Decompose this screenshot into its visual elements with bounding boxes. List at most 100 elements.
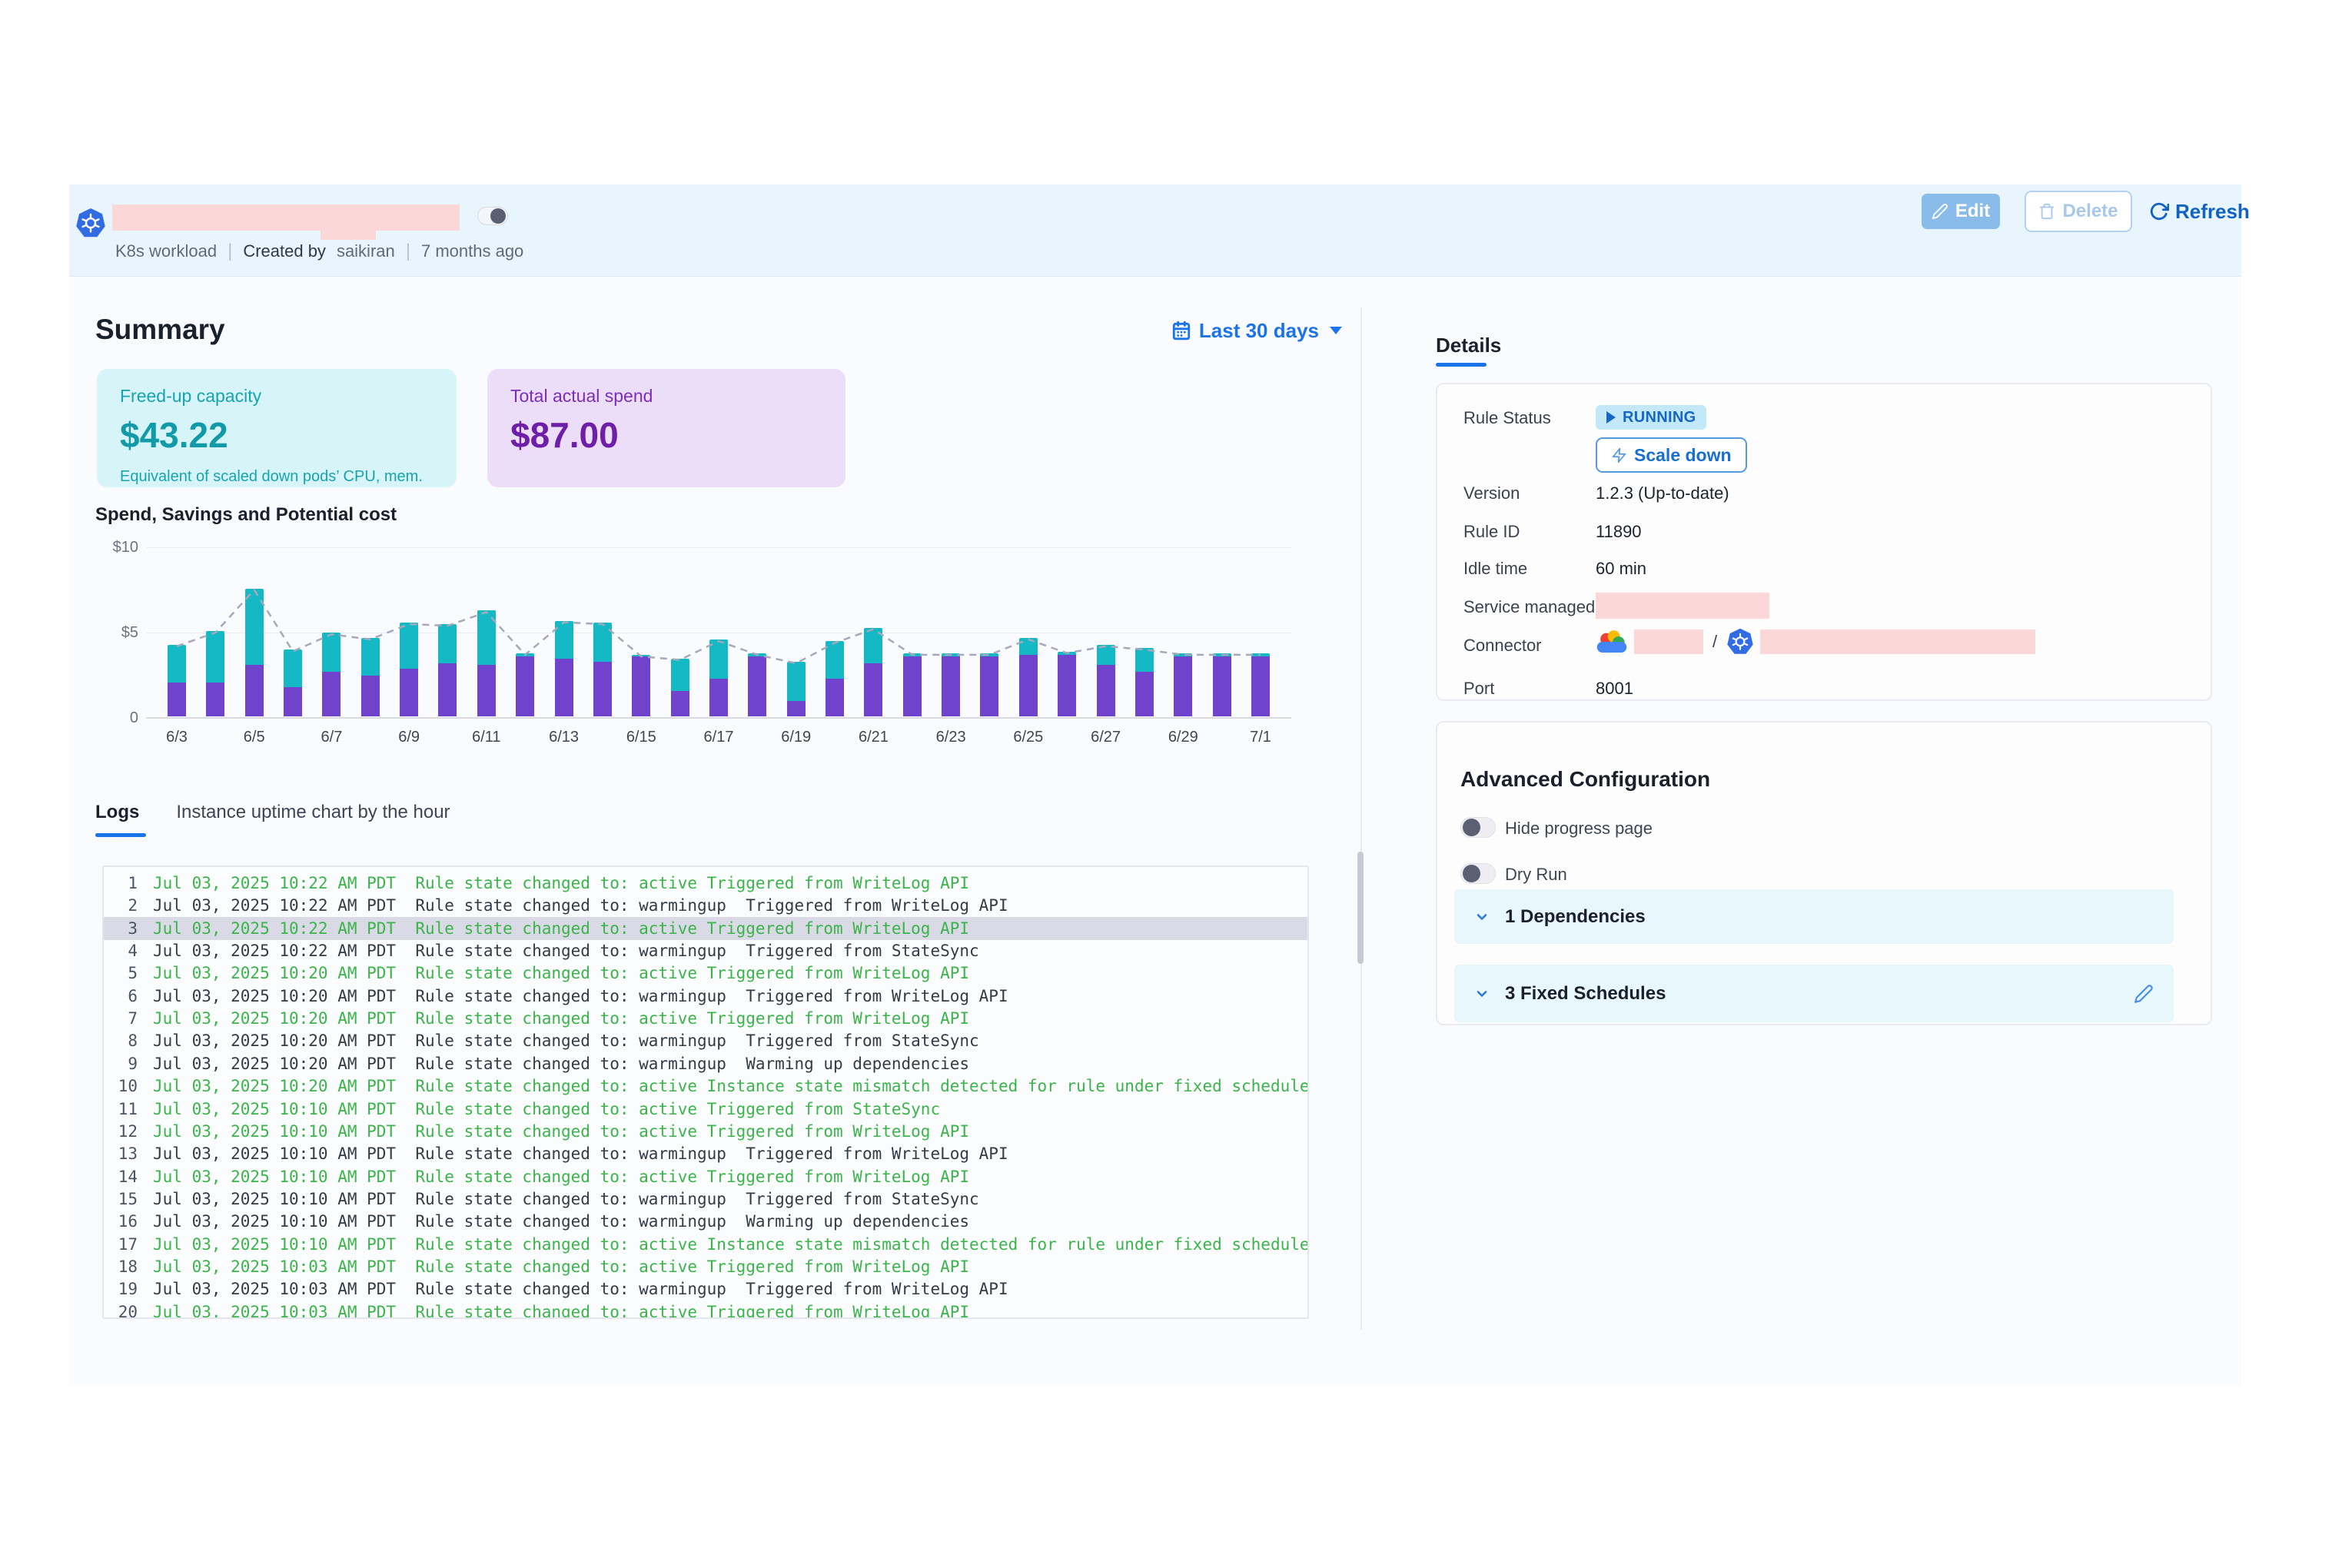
details-tab-underline xyxy=(1436,363,1487,367)
tab-details[interactable]: Details xyxy=(1436,334,1501,357)
log-row[interactable]: 14Jul 03, 2025 10:10 AM PDT Rule state c… xyxy=(104,1165,1307,1188)
log-row[interactable]: 16Jul 03, 2025 10:10 AM PDT Rule state c… xyxy=(104,1210,1307,1233)
chart-bar[interactable] xyxy=(1019,521,1038,716)
chart-bar[interactable] xyxy=(1251,521,1270,716)
logs-panel[interactable]: 1Jul 03, 2025 10:22 AM PDT Rule state ch… xyxy=(102,865,1309,1319)
bar-segment-savings xyxy=(593,623,612,662)
bar-segment-spend xyxy=(322,672,341,716)
chart-bar[interactable] xyxy=(1058,521,1076,716)
chart-bar[interactable] xyxy=(516,521,534,716)
chart-bar[interactable] xyxy=(942,521,960,716)
left-tabs: Logs Instance uptime chart by the hour xyxy=(95,799,450,826)
log-row[interactable]: 18Jul 03, 2025 10:03 AM PDT Rule state c… xyxy=(104,1255,1307,1278)
chart-bar[interactable] xyxy=(1097,521,1115,716)
chevron-down-icon xyxy=(1474,986,1490,1002)
log-message: Jul 03, 2025 10:10 AM PDT Rule state cha… xyxy=(153,1188,979,1211)
chart-bar[interactable] xyxy=(555,521,573,716)
chart-bar[interactable] xyxy=(787,521,806,716)
log-row[interactable]: 19Jul 03, 2025 10:03 AM PDT Rule state c… xyxy=(104,1277,1307,1301)
log-row[interactable]: 11Jul 03, 2025 10:10 AM PDT Rule state c… xyxy=(104,1098,1307,1121)
log-row[interactable]: 10Jul 03, 2025 10:20 AM PDT Rule state c… xyxy=(104,1075,1307,1098)
chart-bar[interactable] xyxy=(864,521,882,716)
freed-capacity-caption: Equivalent of scaled down pods’ CPU, mem… xyxy=(120,468,434,486)
log-row[interactable]: 12Jul 03, 2025 10:10 AM PDT Rule state c… xyxy=(104,1120,1307,1143)
total-spend-value: $87.00 xyxy=(510,414,822,456)
chart-bar[interactable] xyxy=(1174,521,1192,716)
chart-bar[interactable] xyxy=(632,521,650,716)
chart-bar[interactable] xyxy=(1135,521,1154,716)
idle-time-value: 60 min xyxy=(1596,559,1646,579)
rule-status-badge: RUNNING xyxy=(1596,405,1706,430)
dependencies-accordion[interactable]: 1 Dependencies xyxy=(1454,889,2174,944)
log-line-number: 9 xyxy=(104,1052,138,1075)
bar-segment-spend xyxy=(593,662,612,716)
scale-down-button[interactable]: Scale down xyxy=(1596,437,1747,473)
tab-logs[interactable]: Logs xyxy=(95,802,139,823)
fixed-schedules-accordion[interactable]: 3 Fixed Schedules xyxy=(1454,965,2174,1022)
chart-bar[interactable] xyxy=(322,521,341,716)
log-line-number: 8 xyxy=(104,1029,138,1052)
chart-bar[interactable] xyxy=(748,521,766,716)
delete-button[interactable]: Delete xyxy=(2025,191,2132,232)
chart-bar[interactable] xyxy=(438,521,457,716)
log-row[interactable]: 2Jul 03, 2025 10:22 AM PDT Rule state ch… xyxy=(104,894,1307,917)
chart-bar[interactable] xyxy=(477,521,496,716)
bar-segment-spend xyxy=(903,656,922,716)
log-row[interactable]: 7Jul 03, 2025 10:20 AM PDT Rule state ch… xyxy=(104,1007,1307,1030)
log-row[interactable]: 15Jul 03, 2025 10:10 AM PDT Rule state c… xyxy=(104,1188,1307,1211)
bar-segment-savings xyxy=(168,645,186,683)
refresh-button[interactable]: Refresh xyxy=(2149,195,2250,228)
log-row[interactable]: 3Jul 03, 2025 10:22 AM PDT Rule state ch… xyxy=(104,917,1307,940)
log-row[interactable]: 8Jul 03, 2025 10:20 AM PDT Rule state ch… xyxy=(104,1029,1307,1052)
date-range-label: Last 30 days xyxy=(1199,319,1319,343)
date-range-selector[interactable]: Last 30 days xyxy=(1150,317,1342,344)
x-tick-label: 6/25 xyxy=(1002,729,1055,746)
bar-segment-savings xyxy=(671,659,689,691)
edit-schedules-pencil-icon[interactable] xyxy=(2134,984,2154,1004)
log-row[interactable]: 20Jul 03, 2025 10:03 AM PDT Rule state c… xyxy=(104,1301,1307,1319)
x-tick-label: 6/27 xyxy=(1079,729,1133,746)
bar-segment-savings xyxy=(1097,645,1115,666)
bar-segment-savings xyxy=(284,649,302,687)
log-line-number: 3 xyxy=(104,917,138,940)
chart-bar[interactable] xyxy=(671,521,689,716)
chart-bar[interactable] xyxy=(826,521,844,716)
x-tick-label: 6/29 xyxy=(1156,729,1210,746)
chart-bar[interactable] xyxy=(709,521,728,716)
dry-run-toggle[interactable] xyxy=(1460,863,1496,884)
hide-progress-toggle[interactable] xyxy=(1460,817,1496,838)
chart-bar[interactable] xyxy=(245,521,264,716)
chart-bar[interactable] xyxy=(168,521,186,716)
log-row[interactable]: 13Jul 03, 2025 10:10 AM PDT Rule state c… xyxy=(104,1142,1307,1165)
chart-bar[interactable] xyxy=(400,521,418,716)
edit-button[interactable]: Edit xyxy=(1922,194,2000,229)
chart-bar[interactable] xyxy=(1213,521,1231,716)
workload-state-toggle[interactable] xyxy=(477,207,508,225)
connector-label: Connector xyxy=(1463,636,1542,656)
log-row[interactable]: 5Jul 03, 2025 10:20 AM PDT Rule state ch… xyxy=(104,962,1307,985)
log-row[interactable]: 4Jul 03, 2025 10:22 AM PDT Rule state ch… xyxy=(104,939,1307,962)
created-at: 7 months ago xyxy=(421,241,523,261)
log-row[interactable]: 9Jul 03, 2025 10:20 AM PDT Rule state ch… xyxy=(104,1052,1307,1075)
chart-bar[interactable] xyxy=(593,521,612,716)
log-row[interactable]: 17Jul 03, 2025 10:10 AM PDT Rule state c… xyxy=(104,1233,1307,1256)
bar-segment-savings xyxy=(516,653,534,656)
bar-segment-spend xyxy=(1058,655,1076,716)
chart-bar[interactable] xyxy=(903,521,922,716)
kubernetes-icon xyxy=(1726,628,1754,656)
bar-segment-spend xyxy=(671,691,689,716)
chart-bar[interactable] xyxy=(284,521,302,716)
chart-bar[interactable] xyxy=(361,521,380,716)
scrollbar-thumb[interactable] xyxy=(1357,852,1364,964)
chart-bar[interactable] xyxy=(206,521,224,716)
log-message: Jul 03, 2025 10:10 AM PDT Rule state cha… xyxy=(153,1142,1008,1165)
bar-segment-savings xyxy=(1174,653,1192,656)
total-spend-label: Total actual spend xyxy=(510,386,822,407)
workload-title-redacted xyxy=(112,204,460,231)
log-row[interactable]: 1Jul 03, 2025 10:22 AM PDT Rule state ch… xyxy=(104,872,1307,895)
chevron-down-icon xyxy=(1474,909,1490,925)
chart-bar[interactable] xyxy=(980,521,998,716)
tab-instance-uptime[interactable]: Instance uptime chart by the hour xyxy=(176,802,450,823)
dependencies-label: 1 Dependencies xyxy=(1505,906,1646,928)
log-row[interactable]: 6Jul 03, 2025 10:20 AM PDT Rule state ch… xyxy=(104,985,1307,1008)
